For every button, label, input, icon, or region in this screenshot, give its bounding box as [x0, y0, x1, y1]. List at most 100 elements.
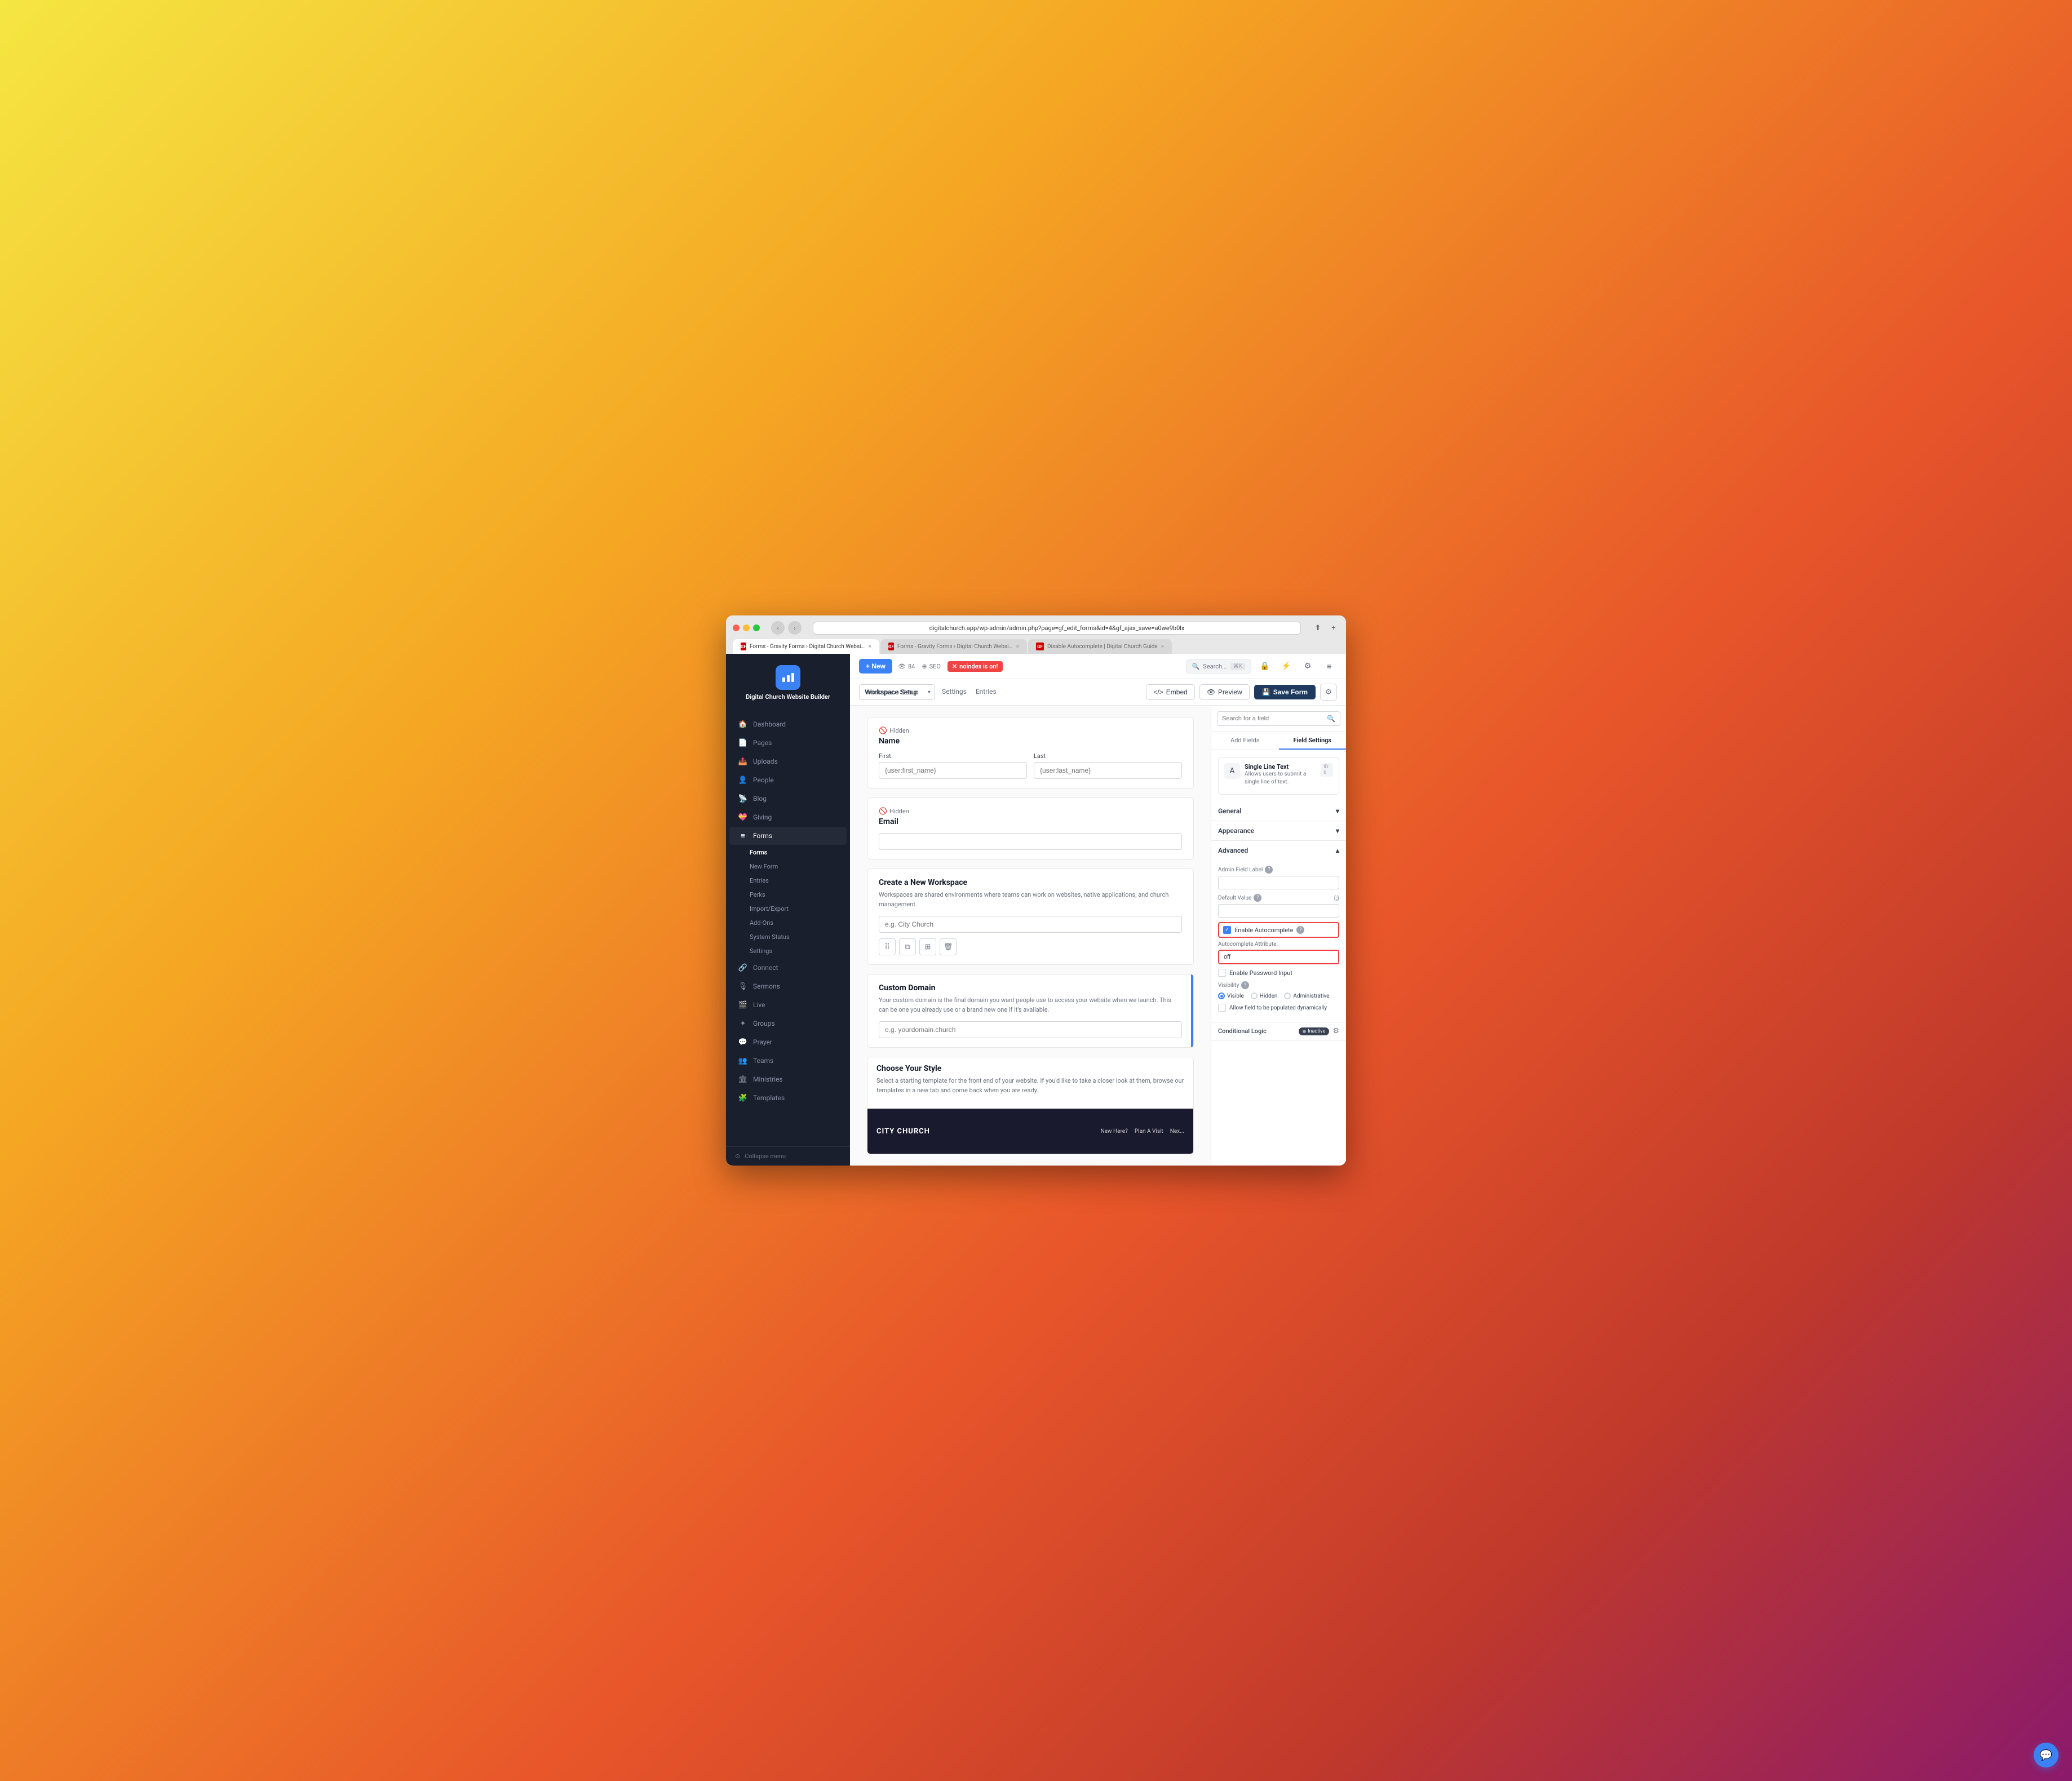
sidebar-item-dashboard[interactable]: 🏠 Dashboard	[729, 715, 847, 733]
style-preview-logo: CITY CHURCH	[876, 1127, 930, 1136]
first-name-input[interactable]	[879, 762, 1027, 779]
panel-search-input[interactable]	[1222, 715, 1323, 722]
conditional-settings-icon[interactable]: ⚙	[1332, 1027, 1339, 1035]
maximize-button[interactable]	[753, 624, 760, 631]
minimize-button[interactable]	[743, 624, 750, 631]
teams-icon: 👥	[738, 1056, 747, 1065]
workspace-name-input[interactable]	[879, 916, 1182, 933]
merge-tag-icon[interactable]: {;}	[1334, 894, 1339, 902]
tab-add-fields[interactable]: Add Fields	[1211, 732, 1279, 750]
menu-icon-btn[interactable]: ≡	[1321, 658, 1337, 674]
style-preview: CITY CHURCH New Here? Plan A Visit Nex..…	[867, 1109, 1193, 1154]
blog-icon: 📡	[738, 794, 747, 803]
form-nav-settings[interactable]: Settings	[942, 685, 967, 699]
duplicate-btn[interactable]: ⧉	[899, 938, 916, 955]
sidebar-item-label-templates: Templates	[753, 1094, 785, 1102]
form-toolbar: Workspace Setup Workspace Setup Settings…	[850, 679, 1346, 706]
gear-icon-btn[interactable]: ⚙	[1300, 658, 1316, 674]
enable-autocomplete-label: Enable Autocomplete	[1234, 927, 1293, 934]
sidebar-item-label-sermons: Sermons	[753, 982, 780, 990]
visibility-administrative[interactable]: Administrative	[1284, 993, 1329, 999]
autocomplete-attribute-input[interactable]	[1218, 950, 1339, 964]
sidebar-sub-entries[interactable]: Entries	[726, 874, 850, 888]
default-value-input[interactable]	[1218, 904, 1339, 918]
appearance-section-header[interactable]: Appearance ▾	[1211, 821, 1346, 840]
sidebar-sub-system-status[interactable]: System Status	[726, 930, 850, 944]
field-type-desc: Allows users to submit a single line of …	[1245, 770, 1316, 786]
sidebar-item-uploads[interactable]: 📤 Uploads	[729, 752, 847, 770]
form-nav-entries[interactable]: Entries	[976, 685, 997, 699]
save-form-button[interactable]: 💾 Save Form	[1254, 685, 1316, 699]
address-bar[interactable]: digitalchurch.app/wp-admin/admin.php?pag…	[813, 622, 1301, 635]
radio-empty-hidden-icon	[1251, 993, 1258, 999]
visibility-visible[interactable]: Visible	[1218, 993, 1244, 999]
admin-field-label-input[interactable]	[1218, 876, 1339, 889]
settings-field-btn[interactable]: ⊞	[919, 938, 936, 955]
email-input[interactable]	[879, 833, 1182, 850]
new-button[interactable]: + New	[859, 659, 892, 674]
sidebar-item-prayer[interactable]: 💬 Prayer	[729, 1033, 847, 1051]
chat-bubble[interactable]: 💬	[2034, 1743, 2058, 1767]
collapse-menu-button[interactable]: ⊙ Collapse menu	[726, 1146, 850, 1166]
sidebar-item-label-connect: Connect	[753, 964, 778, 972]
autocomplete-checkbox[interactable]: ✓	[1223, 926, 1231, 934]
entries-count: 👁 84	[898, 663, 915, 670]
dynamic-checkbox[interactable]	[1218, 1004, 1226, 1012]
sidebar-item-sermons[interactable]: 🎙 Sermons	[729, 977, 847, 995]
lightning-icon-btn[interactable]: ⚡	[1278, 658, 1294, 674]
sidebar-sub-new-form[interactable]: New Form	[726, 860, 850, 874]
tab-close-2[interactable]: ×	[1016, 644, 1019, 650]
last-name-input[interactable]	[1034, 762, 1182, 779]
general-section-header[interactable]: General ▾	[1211, 801, 1346, 821]
default-value-help-icon[interactable]: ?	[1254, 894, 1261, 902]
live-icon: 🎬	[738, 1000, 747, 1009]
delete-field-btn[interactable]: 🗑	[940, 938, 957, 955]
sidebar-sub-import-export[interactable]: Import/Export	[726, 902, 850, 916]
workspace-select[interactable]: Workspace Setup	[859, 684, 935, 700]
forward-button[interactable]: ›	[788, 621, 802, 635]
drag-handle-btn[interactable]: ⠿	[879, 938, 896, 955]
autocomplete-help-icon[interactable]: ?	[1296, 926, 1304, 934]
domain-input[interactable]	[879, 1021, 1182, 1038]
style-nav-item-2: Plan A Visit	[1135, 1128, 1163, 1135]
sidebar-item-ministries[interactable]: 🏛 Ministries	[729, 1070, 847, 1088]
preview-button[interactable]: 👁 Preview	[1199, 684, 1250, 700]
sidebar-item-live[interactable]: 🎬 Live	[729, 996, 847, 1014]
sidebar-item-forms[interactable]: ≡ Forms	[729, 827, 847, 845]
advanced-section-header[interactable]: Advanced ▴	[1211, 841, 1346, 860]
back-button[interactable]: ‹	[771, 621, 785, 635]
sidebar-item-people[interactable]: 👤 People	[729, 771, 847, 789]
share-button[interactable]: ⬆	[1312, 622, 1323, 633]
security-icon-btn[interactable]: 🔒	[1257, 658, 1273, 674]
visibility-help-icon[interactable]: ?	[1241, 981, 1249, 989]
people-icon: 👤	[738, 776, 747, 785]
sidebar-sub-settings[interactable]: Settings	[726, 944, 850, 958]
sidebar-sub-perks[interactable]: Perks	[726, 888, 850, 902]
sidebar-item-templates[interactable]: 🧩 Templates	[729, 1089, 847, 1107]
new-tab-button[interactable]: +	[1328, 622, 1339, 633]
sidebar-sub-add-ons[interactable]: Add-Ons	[726, 916, 850, 930]
visibility-hidden[interactable]: Hidden	[1251, 993, 1278, 999]
sidebar-item-groups[interactable]: ✦ Groups	[729, 1014, 847, 1033]
sidebar-sub-forms[interactable]: Forms	[726, 845, 850, 860]
sidebar-item-giving[interactable]: 💝 Giving	[729, 808, 847, 826]
sidebar-item-teams[interactable]: 👥 Teams	[729, 1052, 847, 1070]
tab-field-settings[interactable]: Field Settings	[1279, 732, 1347, 750]
browser-tab-3[interactable]: GF Disable Autocomplete | Digital Church…	[1028, 639, 1172, 654]
tab-close-1[interactable]: ×	[869, 644, 871, 650]
form-settings-button[interactable]: ⚙	[1320, 684, 1337, 701]
email-hidden-badge: 🚫 Hidden	[879, 807, 1182, 815]
collapse-label: Collapse menu	[745, 1153, 786, 1160]
admin-help-icon[interactable]: ?	[1265, 866, 1273, 874]
sidebar-item-pages[interactable]: 📄 Pages	[729, 734, 847, 752]
close-button[interactable]	[733, 624, 740, 631]
password-checkbox[interactable]	[1218, 969, 1226, 977]
tab-close-3[interactable]: ×	[1161, 644, 1164, 650]
sidebar-item-connect[interactable]: 🔗 Connect	[729, 959, 847, 977]
browser-tab-2[interactable]: GF Forms - Gravity Forms › Digital Churc…	[880, 639, 1027, 654]
search-icon: 🔍	[1192, 663, 1200, 670]
sidebar-item-blog[interactable]: 📡 Blog	[729, 790, 847, 808]
toolbar-search[interactable]: 🔍 Search... ⌘K	[1186, 659, 1251, 674]
browser-tab-1[interactable]: GF Forms - Gravity Forms › Digital Churc…	[733, 639, 879, 654]
embed-button[interactable]: </> Embed	[1146, 684, 1194, 700]
